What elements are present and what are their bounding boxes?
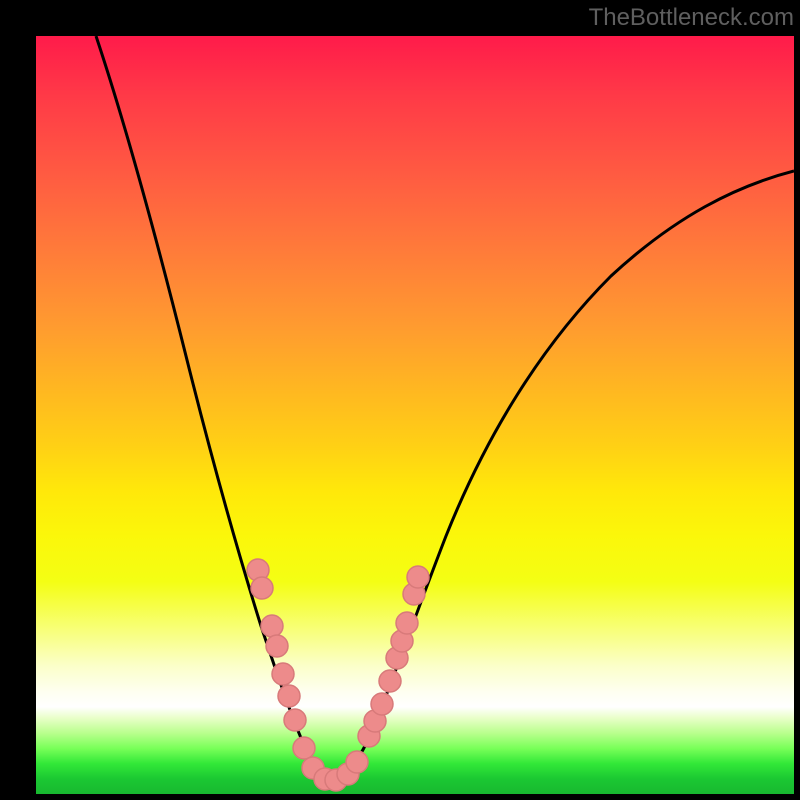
curve-left-branch xyxy=(96,36,334,781)
plot-area xyxy=(36,36,794,794)
curve-right-branch xyxy=(334,171,794,781)
marker-dots xyxy=(247,559,429,791)
outer-frame: TheBottleneck.com xyxy=(0,0,800,800)
watermark-text: TheBottleneck.com xyxy=(589,4,794,32)
curve-layer xyxy=(36,36,794,794)
